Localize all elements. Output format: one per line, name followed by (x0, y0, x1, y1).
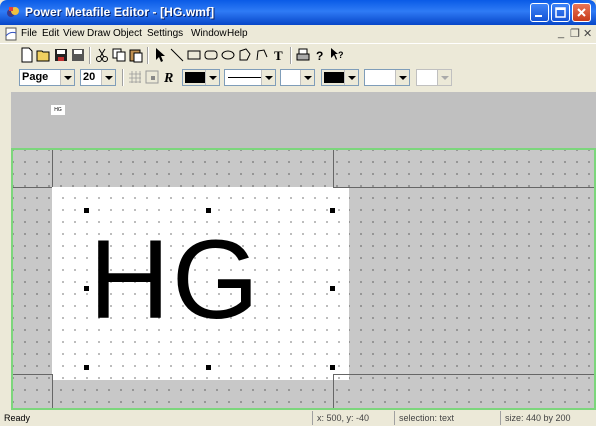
chevron-down-icon[interactable] (60, 70, 74, 85)
page-thumbnail[interactable]: HG (51, 105, 65, 115)
menu-object[interactable]: Object (113, 28, 142, 39)
status-selection: selection: text (394, 411, 500, 425)
svg-text:?: ? (338, 50, 344, 60)
font-size-value: 20 (83, 71, 96, 83)
chevron-down-icon[interactable] (261, 70, 275, 85)
toolbar-separator (89, 47, 91, 64)
fill-style-select[interactable] (364, 69, 410, 86)
selection-handle[interactable] (330, 365, 335, 370)
mdi-close-icon[interactable]: ✕ (583, 27, 592, 40)
line-color-swatch (185, 72, 205, 83)
status-size: size: 440 by 200 (500, 411, 596, 425)
polygon-tool-icon[interactable] (237, 47, 253, 63)
menu-bar: File Edit View Draw Object Settings Wind… (0, 25, 596, 43)
line-width-select[interactable] (280, 69, 315, 86)
selection-handle[interactable] (330, 286, 335, 291)
svg-text:?: ? (316, 49, 323, 63)
line-style-select[interactable] (224, 69, 276, 86)
rectangle-tool-icon[interactable] (186, 47, 202, 63)
format-toolbar: Page 20 R (0, 66, 596, 89)
chevron-down-icon[interactable] (300, 70, 314, 85)
new-file-icon[interactable] (19, 47, 35, 63)
cut-icon[interactable] (94, 47, 110, 63)
text-object[interactable]: HG (89, 224, 261, 336)
zoom-select[interactable]: Page (19, 69, 75, 86)
help-icon[interactable]: ? (312, 47, 328, 63)
polyline-tool-icon[interactable] (254, 47, 270, 63)
copy-icon[interactable] (111, 47, 127, 63)
app-icon[interactable] (6, 5, 20, 19)
selection-handle[interactable] (84, 208, 89, 213)
fill-color-swatch (324, 72, 344, 83)
menu-help[interactable]: Help (227, 28, 248, 39)
line-color-select[interactable] (182, 69, 220, 86)
guide-line (13, 187, 52, 188)
mdi-restore-icon[interactable]: ❐ (570, 27, 580, 40)
menu-file[interactable]: File (21, 28, 37, 39)
bold-toggle[interactable]: R (161, 69, 177, 85)
menu-view[interactable]: View (63, 28, 85, 39)
chevron-down-icon[interactable] (395, 70, 409, 85)
fill-color-select[interactable] (321, 69, 359, 86)
zoom-value: Page (22, 71, 49, 83)
status-bar: Ready x: 500, y: -40 selection: text siz… (0, 410, 596, 426)
select-arrow-icon[interactable] (152, 47, 168, 63)
save-all-icon[interactable] (70, 47, 86, 63)
hatch-select[interactable] (416, 69, 452, 86)
grid-icon[interactable] (127, 69, 143, 85)
paste-icon[interactable] (128, 47, 144, 63)
main-toolbar: T ? ? (0, 43, 596, 66)
minimize-button[interactable] (530, 3, 549, 22)
menu-settings[interactable]: Settings (147, 28, 183, 39)
chevron-down-icon[interactable] (344, 70, 358, 85)
close-button[interactable] (572, 3, 591, 22)
svg-text:R: R (163, 71, 173, 85)
chevron-down-icon[interactable] (205, 70, 219, 85)
guide-line (52, 374, 53, 408)
document-icon[interactable] (4, 27, 18, 41)
guide-line (333, 374, 594, 375)
app-window: Power Metafile Editor - [HG.wmf] File Ed… (0, 0, 596, 426)
snap-grid-icon[interactable] (144, 69, 160, 85)
guide-line (52, 150, 53, 187)
selection-handle[interactable] (330, 208, 335, 213)
selection-handle[interactable] (84, 365, 89, 370)
guide-line (333, 150, 334, 187)
selection-handle[interactable] (84, 286, 89, 291)
menu-window[interactable]: Window (191, 28, 227, 39)
title-bar[interactable]: Power Metafile Editor - [HG.wmf] (0, 0, 596, 25)
selection-handle[interactable] (206, 208, 211, 213)
toolbar-separator (147, 47, 149, 64)
menu-draw[interactable]: Draw (87, 28, 110, 39)
svg-text:T: T (274, 48, 283, 63)
status-coords: x: 500, y: -40 (312, 411, 394, 425)
window-title: Power Metafile Editor - [HG.wmf] (25, 5, 215, 19)
toolbar-separator (122, 69, 124, 86)
thumbnail-panel: HG (11, 92, 596, 148)
context-help-icon[interactable]: ? (329, 47, 345, 63)
font-size-select[interactable]: 20 (80, 69, 116, 86)
line-style-preview (228, 77, 261, 78)
chevron-down-icon[interactable] (101, 70, 115, 85)
mdi-minimize-icon[interactable]: _ (558, 27, 564, 39)
open-folder-icon[interactable] (36, 47, 52, 63)
guide-line (333, 187, 594, 188)
maximize-button[interactable] (551, 3, 570, 22)
guide-line (333, 374, 334, 408)
save-icon[interactable] (53, 47, 69, 63)
line-tool-icon[interactable] (169, 47, 185, 63)
drawing-canvas[interactable]: HG (11, 148, 596, 410)
chevron-down-icon[interactable] (437, 70, 451, 85)
text-tool-icon[interactable]: T (271, 47, 287, 63)
toolbar-separator (290, 47, 292, 64)
selection-handle[interactable] (206, 365, 211, 370)
ellipse-tool-icon[interactable] (220, 47, 236, 63)
status-ready: Ready (4, 413, 31, 423)
print-icon[interactable] (295, 47, 311, 63)
guide-line (13, 374, 52, 375)
rounded-rect-tool-icon[interactable] (203, 47, 219, 63)
menu-edit[interactable]: Edit (42, 28, 59, 39)
